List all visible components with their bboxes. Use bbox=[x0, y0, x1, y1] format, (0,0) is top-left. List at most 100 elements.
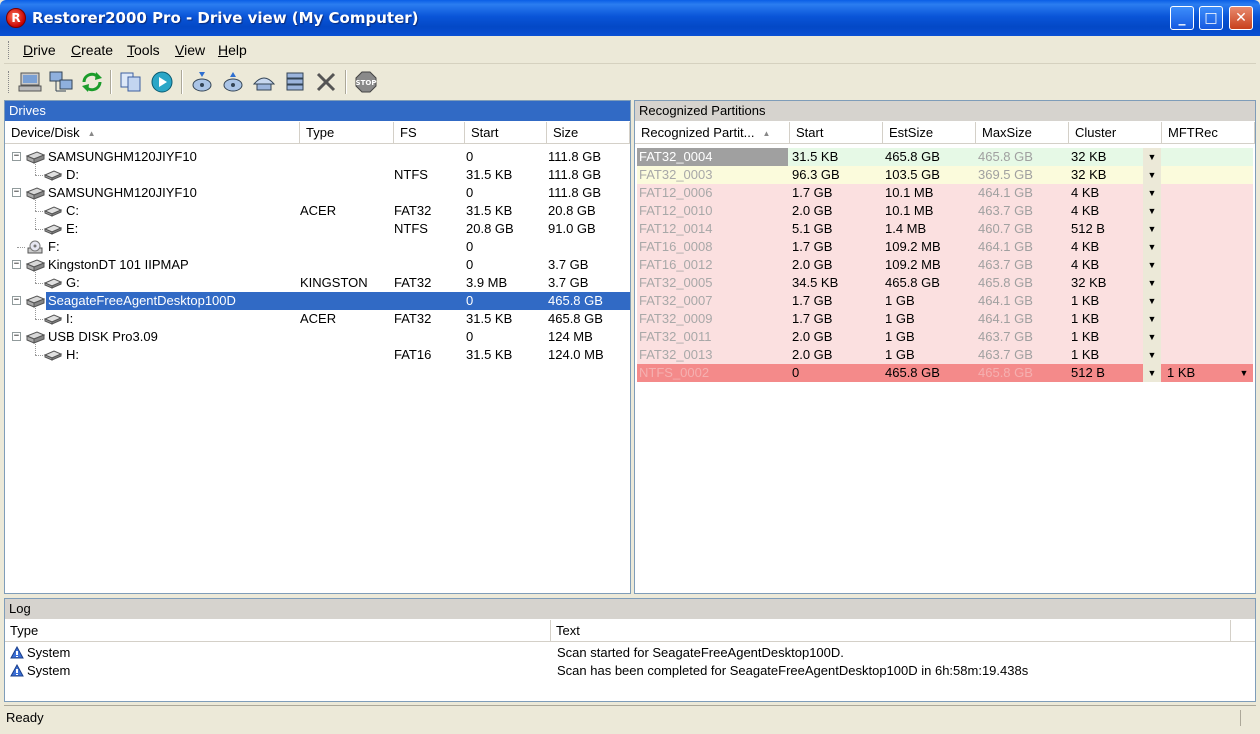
resize-grip-icon[interactable] bbox=[1240, 710, 1254, 726]
tree-collapse-icon[interactable]: − bbox=[12, 152, 21, 161]
cluster-dropdown-icon[interactable]: ▼ bbox=[1143, 238, 1161, 256]
col-mftrec[interactable]: MFTRec bbox=[1162, 122, 1255, 144]
partition-name: FAT32_0013 bbox=[639, 347, 713, 362]
partition-row[interactable]: FAT32_0011 2.0 GB 1 GB 463.7 GB 1 KB ▼ bbox=[637, 328, 1253, 346]
partition-mftrec bbox=[1164, 256, 1253, 274]
col-type[interactable]: Type bbox=[300, 122, 394, 144]
play-icon[interactable] bbox=[149, 70, 175, 94]
drive-row[interactable]: E: NTFS 20.8 GB 91.0 GB bbox=[5, 218, 630, 238]
partition-row[interactable]: FAT32_0007 1.7 GB 1 GB 464.1 GB 1 KB ▼ bbox=[637, 292, 1253, 310]
col-recognized-partition[interactable]: Recognized Partit... ▲ bbox=[635, 122, 790, 144]
drive-row[interactable]: F: 0 bbox=[5, 238, 630, 256]
cluster-dropdown-icon[interactable]: ▼ bbox=[1143, 184, 1161, 202]
menu-tools[interactable]: Tools bbox=[127, 42, 160, 58]
app-icon: R bbox=[6, 8, 26, 28]
partition-row[interactable]: FAT32_0013 2.0 GB 1 GB 463.7 GB 1 KB ▼ bbox=[637, 346, 1253, 364]
maximize-button[interactable]: □ bbox=[1199, 6, 1223, 30]
cluster-dropdown-icon[interactable]: ▼ bbox=[1143, 364, 1161, 382]
drive-row[interactable]: I: ACER FAT32 31.5 KB 465.8 GB bbox=[5, 308, 630, 328]
menu-drive[interactable]: Drive bbox=[23, 42, 56, 58]
refresh-icon[interactable] bbox=[79, 70, 105, 94]
log-row[interactable]: System Scan has been completed for Seagat… bbox=[5, 662, 1255, 680]
tree-collapse-icon[interactable]: − bbox=[12, 188, 21, 197]
partition-row[interactable]: FAT16_0008 1.7 GB 109.2 MB 464.1 GB 4 KB ▼ bbox=[637, 238, 1253, 256]
drive-row[interactable]: − SAMSUNGHM120JIYF10 0 111.8 GB bbox=[5, 184, 630, 202]
partition-row[interactable]: FAT12_0010 2.0 GB 10.1 MB 463.7 GB 4 KB ▼ bbox=[637, 202, 1253, 220]
partition-start: 34.5 KB bbox=[792, 275, 839, 290]
partition-est-size: 1 GB bbox=[885, 311, 915, 326]
partition-cluster: 512 B bbox=[1071, 365, 1105, 380]
partition-row[interactable]: FAT12_0006 1.7 GB 10.1 MB 464.1 GB 4 KB ▼ bbox=[637, 184, 1253, 202]
cluster-dropdown-icon[interactable]: ▼ bbox=[1143, 292, 1161, 310]
disk-open-icon[interactable] bbox=[189, 70, 215, 94]
cluster-dropdown-icon[interactable]: ▼ bbox=[1143, 328, 1161, 346]
partition-row[interactable]: FAT32_0004 31.5 KB 465.8 GB 465.8 GB 32 KB ▼ bbox=[637, 148, 1253, 166]
menu-create[interactable]: Create bbox=[71, 42, 113, 58]
col-part-start[interactable]: Start bbox=[790, 122, 883, 144]
drive-fs: NTFS bbox=[394, 167, 428, 182]
partition-cluster: 4 KB bbox=[1071, 257, 1100, 272]
tree-connector bbox=[35, 211, 43, 212]
window-title: Restorer2000 Pro - Drive view (My Comput… bbox=[32, 9, 419, 27]
tree-collapse-icon[interactable]: − bbox=[12, 332, 21, 341]
tree-connector bbox=[35, 319, 43, 320]
tree-collapse-icon[interactable]: − bbox=[12, 296, 21, 305]
col-device-disk[interactable]: Device/Disk ▲ bbox=[5, 122, 300, 144]
col-size[interactable]: Size bbox=[547, 122, 630, 144]
col-fs[interactable]: FS bbox=[394, 122, 465, 144]
col-est-size[interactable]: EstSize bbox=[883, 122, 976, 144]
menu-view[interactable]: View bbox=[175, 42, 205, 58]
toolbar-grip[interactable] bbox=[8, 71, 11, 93]
tree-collapse-icon[interactable]: − bbox=[12, 260, 21, 269]
drives-tree: − SAMSUNGHM120JIYF10 0 111.8 GB D: NTFS 31.5 K… bbox=[5, 148, 630, 592]
close-button[interactable]: ✕ bbox=[1229, 6, 1253, 30]
partition-row[interactable]: NTFS_0002 0 465.8 GB 465.8 GB 512 B ▼ 1 KB ▼ bbox=[637, 364, 1253, 382]
info-icon bbox=[10, 663, 24, 681]
disk-save-icon[interactable] bbox=[220, 70, 246, 94]
drive-row[interactable]: − KingstonDT 101 IIPMAP 0 3.7 GB bbox=[5, 256, 630, 274]
status-bar: Ready bbox=[4, 705, 1256, 730]
partition-row[interactable]: FAT16_0012 2.0 GB 109.2 MB 463.7 GB 4 KB ▼ bbox=[637, 256, 1253, 274]
drive-fs: FAT16 bbox=[394, 347, 432, 362]
drive-name: C: bbox=[66, 203, 79, 218]
cluster-dropdown-icon[interactable]: ▼ bbox=[1143, 274, 1161, 292]
col-log-text[interactable]: Text bbox=[551, 620, 1231, 642]
stop-icon[interactable]: STOP bbox=[353, 70, 379, 94]
cluster-dropdown-icon[interactable]: ▼ bbox=[1143, 220, 1161, 238]
drive-row[interactable]: H: FAT16 31.5 KB 124.0 MB bbox=[5, 344, 630, 365]
col-cluster[interactable]: Cluster bbox=[1069, 122, 1162, 144]
computer-icon[interactable] bbox=[17, 70, 43, 94]
col-start[interactable]: Start bbox=[465, 122, 547, 144]
cluster-dropdown-icon[interactable]: ▼ bbox=[1143, 166, 1161, 184]
col-max-size[interactable]: MaxSize bbox=[976, 122, 1069, 144]
partition-row[interactable]: FAT32_0009 1.7 GB 1 GB 464.1 GB 1 KB ▼ bbox=[637, 310, 1253, 328]
drive-row[interactable]: − SeagateFreeAgentDesktop100D 0 465.8 GB bbox=[5, 292, 630, 310]
delete-icon[interactable] bbox=[313, 70, 339, 94]
cluster-dropdown-icon[interactable]: ▼ bbox=[1143, 346, 1161, 364]
log-row[interactable]: System Scan started for SeagateFreeAgentD… bbox=[5, 644, 1255, 662]
cluster-dropdown-icon[interactable]: ▼ bbox=[1143, 148, 1161, 166]
menu-grip[interactable] bbox=[8, 41, 11, 59]
mftrec-dropdown-icon[interactable]: ▼ bbox=[1235, 364, 1253, 382]
col-log-type[interactable]: Type bbox=[5, 620, 551, 642]
drive-row[interactable]: − USB DISK Pro3.09 0 124 MB bbox=[5, 328, 630, 346]
partition-row[interactable]: FAT12_0014 5.1 GB 1.4 MB 460.7 GB 512 B ▼ bbox=[637, 220, 1253, 238]
cluster-dropdown-icon[interactable]: ▼ bbox=[1143, 202, 1161, 220]
partition-cluster: 32 KB bbox=[1071, 167, 1107, 182]
partition-row[interactable]: FAT32_0005 34.5 KB 465.8 GB 465.8 GB 32 KB ▼ bbox=[637, 274, 1253, 292]
stack-icon[interactable] bbox=[282, 70, 308, 94]
drive-row[interactable]: D: NTFS 31.5 KB 111.8 GB bbox=[5, 164, 630, 184]
volume-icon bbox=[43, 348, 63, 365]
region-icon[interactable] bbox=[251, 70, 277, 94]
cluster-dropdown-icon[interactable]: ▼ bbox=[1143, 256, 1161, 274]
copy-icon[interactable] bbox=[118, 70, 144, 94]
menu-help[interactable]: Help bbox=[218, 42, 247, 58]
title-bar[interactable]: R Restorer2000 Pro - Drive view (My Comp… bbox=[0, 0, 1260, 36]
minimize-button[interactable]: _ bbox=[1170, 6, 1194, 30]
cluster-dropdown-icon[interactable]: ▼ bbox=[1143, 310, 1161, 328]
drive-row[interactable]: C: ACER FAT32 31.5 KB 20.8 GB bbox=[5, 200, 630, 220]
partition-row[interactable]: FAT32_0003 96.3 GB 103.5 GB 369.5 GB 32 KB ▼ bbox=[637, 166, 1253, 184]
network-icon[interactable] bbox=[48, 70, 74, 94]
drive-row[interactable]: − SAMSUNGHM120JIYF10 0 111.8 GB bbox=[5, 148, 630, 166]
drive-row[interactable]: G: KINGSTON FAT32 3.9 MB 3.7 GB bbox=[5, 272, 630, 292]
